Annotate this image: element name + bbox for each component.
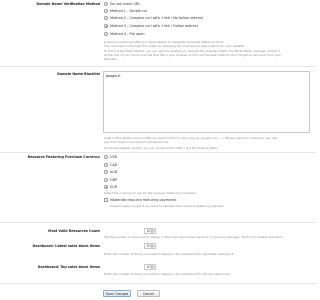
latest-sales-input[interactable]: 10 [144, 242, 152, 249]
verification-hint-4: at the root of your forum and call that … [104, 53, 282, 57]
verification-hint-5: site later. [104, 57, 118, 61]
radio-do-not-check[interactable] [104, 1, 108, 6]
blacklist-hint-3: To prevent already posted, you can const… [104, 146, 218, 150]
verification-option-label: Method 3 - Complex curl with +link / Fol… [110, 24, 198, 28]
blacklist-textarea[interactable]: google.fr [103, 71, 310, 133]
radio-method-1[interactable] [104, 9, 108, 13]
save-changes-button[interactable]: Save Changes [103, 290, 131, 297]
top-sales-stepper[interactable]: ▾ [152, 263, 156, 270]
blacklist-value: google.fr [106, 74, 121, 78]
moderate-payments-checkbox[interactable] [104, 198, 108, 202]
currency-option-label: CAD [110, 163, 118, 167]
radio-method-3[interactable] [104, 24, 108, 28]
valid-count-label: Most Valid Resources Count [48, 229, 100, 233]
latest-sales-stepper[interactable]: ▾ [152, 242, 156, 249]
currency-option-label: USD [110, 155, 118, 159]
verification-option-label: Method 2 - Complex curl with +link / No … [110, 16, 203, 20]
radio-eur[interactable] [104, 185, 108, 189]
divider [0, 66, 316, 67]
top-sales-label: Dashboard: Top sales block items [37, 265, 100, 269]
verification-option-label: Do not check URL [110, 1, 141, 6]
top-sales-input[interactable]: 10 [144, 263, 152, 270]
currency-hint: Select the currency to use for the resou… [104, 191, 197, 195]
divider [0, 222, 316, 223]
divider [0, 151, 316, 153]
verification-option-label: Method 1 - Simple cul [110, 9, 147, 13]
verification-option-label: Method 4 - File open [110, 31, 145, 36]
radio-cad[interactable] [104, 163, 108, 167]
currency-option-label: GBP [110, 177, 117, 182]
currency-option-label: AUD [110, 170, 118, 174]
cancel-button[interactable]: Cancel [137, 290, 160, 297]
currency-label: Resource Featuring Purchase Currency [27, 155, 100, 159]
radio-aud[interactable] [104, 170, 108, 174]
currency-option-label: EUR [110, 185, 117, 189]
radio-usd[interactable] [104, 155, 108, 159]
valid-count-hint: Set the number of resources to display i… [104, 235, 284, 239]
divider [0, 283, 316, 284]
blacklist-label: Domain Name Blacklist [57, 72, 100, 76]
moderate-payments-hint: Use this option to get if you want to va… [110, 204, 225, 208]
top-sales-hint: Enter the number of items you want to di… [104, 272, 231, 276]
blacklist-hint-2: you don't want to have them into Resourc… [104, 140, 169, 144]
radio-gbp[interactable] [104, 177, 108, 182]
radio-method-4[interactable] [104, 31, 108, 36]
moderate-payments-label: Moderate resource featuring payments [110, 198, 177, 202]
latest-sales-hint: Enter the number of items you want to di… [104, 252, 235, 256]
verification-hint-2: The conclusion is through this option by… [104, 44, 245, 48]
radio-method-2[interactable] [104, 16, 108, 20]
latest-sales-label: Dashboard: Latest sales block items [32, 244, 100, 248]
verification-label: Domain Name Verification Method [36, 1, 100, 6]
valid-count-input[interactable]: 10 [144, 227, 152, 234]
valid-count-stepper[interactable]: ▾ [152, 227, 156, 234]
